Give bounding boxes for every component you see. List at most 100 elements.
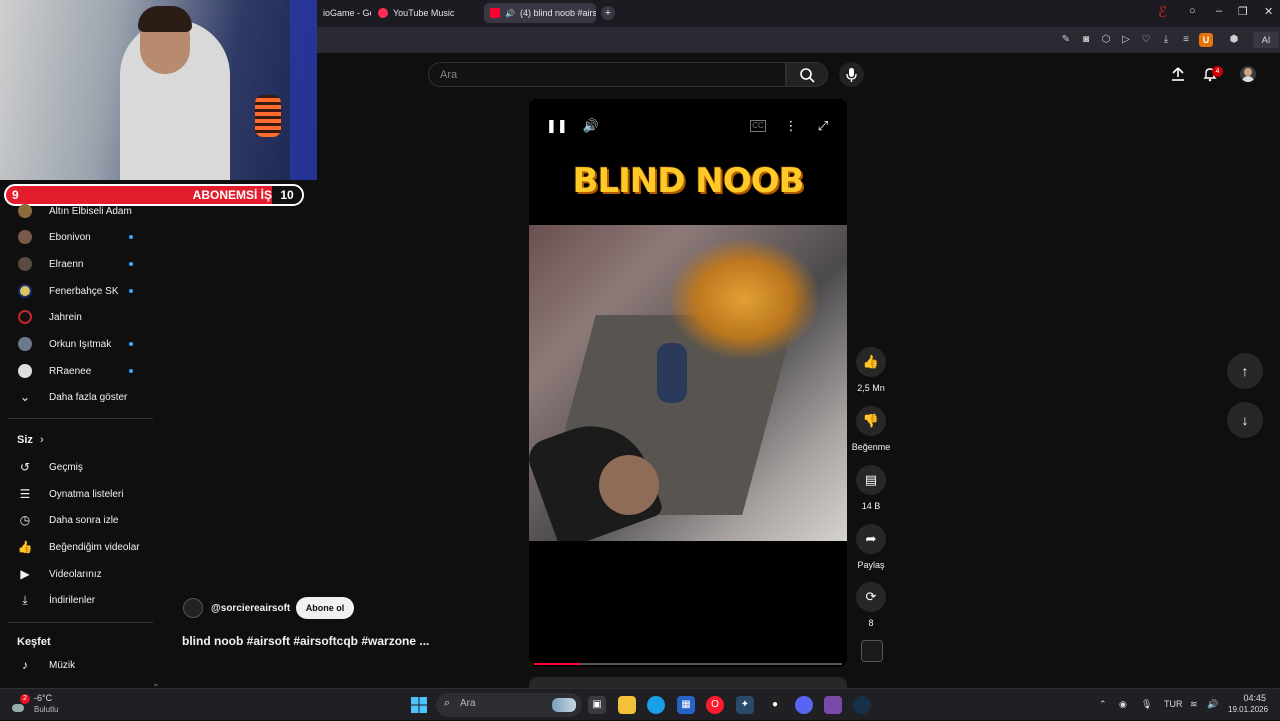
sidebar-item-label: İndirilenler <box>49 594 96 606</box>
heart-icon[interactable]: ♡ <box>1139 33 1153 47</box>
opera-gx-icon[interactable]: ℰ <box>1158 3 1167 21</box>
dislike-action[interactable]: 👎 Beğenme <box>851 406 891 452</box>
remix-count: 8 <box>868 618 874 628</box>
minimize-icon[interactable]: – <box>1216 5 1222 17</box>
sidebar-item-label: RRaenee <box>49 365 92 377</box>
obs-icon[interactable]: ● <box>766 696 784 714</box>
short-title[interactable]: blind noob #airsoft #airsoftcqb #warzone… <box>182 634 429 648</box>
fullscreen-icon[interactable]: ⤢ <box>814 117 832 135</box>
tab-blind-noob[interactable]: 🔊 (4) blind noob #airsoft <box>484 3 596 23</box>
sidebar-sub-elraenn[interactable]: Elraenn <box>0 251 155 277</box>
language-indicator[interactable]: TUR <box>1164 699 1183 709</box>
network-icon[interactable]: ◉ <box>1119 699 1127 710</box>
sidebar-item-music[interactable]: ♪ Müzik <box>0 652 155 678</box>
previous-short-button[interactable]: ↑ <box>1227 353 1263 389</box>
search-highlight-image <box>552 698 576 712</box>
sidebar-item-your-videos[interactable]: ▶ Videolarınız <box>0 561 155 587</box>
ai-button[interactable]: AI <box>1253 32 1279 48</box>
task-view-icon[interactable]: ▣ <box>588 696 606 714</box>
search-icon <box>800 68 815 83</box>
send-icon[interactable]: ▷ <box>1119 33 1133 47</box>
download-icon[interactable]: ⤓ <box>1159 33 1173 47</box>
shield-icon[interactable]: ⬡ <box>1099 33 1113 47</box>
clock-time[interactable]: 04:45 <box>1230 693 1266 703</box>
menu-icon[interactable]: ≡ <box>1179 33 1193 47</box>
sidebar-sub-fenerbahce[interactable]: Fenerbahçe SK <box>0 278 155 304</box>
sidebar-sub-altin-elbiseli-adam[interactable]: Altın Elbiseli Adam <box>0 198 155 224</box>
wifi-icon[interactable]: ≋ <box>1190 699 1198 710</box>
sidebar-explore-heading: Keşfet <box>17 636 51 648</box>
avatar <box>18 284 32 298</box>
store-icon[interactable]: ▦ <box>677 696 695 714</box>
more-options-icon[interactable]: ⋮ <box>782 117 800 135</box>
edge-icon[interactable] <box>647 696 665 714</box>
thumbs-down-icon: 👎 <box>856 406 886 436</box>
camera-icon[interactable]: ◙ <box>1079 33 1093 47</box>
twitch-icon[interactable] <box>824 696 842 714</box>
account-avatar[interactable] <box>1240 66 1256 82</box>
sidebar-item-liked-videos[interactable]: 👍 Beğendiğim videolar <box>0 534 155 560</box>
microphone-icon <box>846 68 857 82</box>
discord-icon[interactable] <box>795 696 813 714</box>
app-icon[interactable]: ✦ <box>736 696 754 714</box>
weather-widget[interactable]: 2 <box>12 694 36 714</box>
progress-fill <box>534 663 581 665</box>
sidebar-item-label: Geçmiş <box>49 461 83 473</box>
sidebar-item-label: Jahrein <box>49 311 82 323</box>
microphone-icon[interactable]: 🎙 <box>1141 699 1152 710</box>
sidebar-item-label: Daha fazla göster <box>49 391 128 403</box>
taskbar-search[interactable]: ⌕ Ara <box>436 693 582 717</box>
sidebar-item-watch-later[interactable]: ◷ Daha sonra izle <box>0 507 155 533</box>
edit-icon[interactable]: ✎ <box>1059 33 1073 47</box>
sidebar-item-history[interactable]: ↺ Geçmiş <box>0 454 155 480</box>
search-tabs-icon[interactable]: ○ <box>1189 5 1196 17</box>
tab-iogame[interactable]: ioGame - Gele <box>317 3 371 23</box>
extension-u-button[interactable]: U <box>1199 33 1213 47</box>
start-button[interactable] <box>410 696 428 714</box>
pause-icon[interactable]: ❚❚ <box>546 117 568 135</box>
windows-icon <box>411 697 427 713</box>
youtube-music-icon <box>378 8 388 18</box>
search-input[interactable]: Ara <box>428 62 786 87</box>
sidebar-sub-orkun-isitmak[interactable]: Orkun Işıtmak <box>0 331 155 357</box>
like-count: 2,5 Mn <box>857 383 885 393</box>
volume-icon[interactable]: 🔊 <box>1207 699 1218 710</box>
remix-action[interactable]: ⟳ 8 <box>851 582 891 628</box>
restore-icon[interactable]: ❐ <box>1238 5 1248 18</box>
upload-icon[interactable] <box>1170 66 1186 82</box>
clock-date[interactable]: 19.01.2026 <box>1228 705 1268 714</box>
shorts-player[interactable]: ❚❚ 🔊 CC ⋮ ⤢ BLIND NOOB <box>529 99 847 667</box>
sidebar-sub-jahrein[interactable]: Jahrein <box>0 304 155 330</box>
steam-icon[interactable] <box>853 696 871 714</box>
subscribe-button[interactable]: Abone ol <box>296 597 354 619</box>
like-action[interactable]: 👍 2,5 Mn <box>851 347 891 393</box>
sidebar-you-heading[interactable]: Siz › <box>17 434 44 446</box>
cube-icon[interactable]: ⬢ <box>1227 33 1241 47</box>
sidebar-item-playlists[interactable]: ☰ Oynatma listeleri <box>0 481 155 507</box>
sidebar-item-label: Altın Elbiseli Adam <box>49 205 132 217</box>
channel-avatar[interactable] <box>183 598 203 618</box>
volume-icon[interactable]: 🔊 <box>582 117 600 135</box>
file-explorer-icon[interactable] <box>618 696 636 714</box>
new-content-dot <box>129 262 133 266</box>
sound-thumbnail[interactable] <box>861 640 883 662</box>
search-button[interactable] <box>786 62 828 87</box>
captions-icon[interactable]: CC <box>750 120 766 132</box>
sidebar-sub-rraenee[interactable]: RRaenee <box>0 358 155 384</box>
sidebar-sub-ebonivon[interactable]: Ebonivon <box>0 224 155 250</box>
sidebar-item-downloads[interactable]: ⤓ İndirilenler <box>0 587 155 613</box>
progress-bar[interactable] <box>534 663 842 665</box>
comment-action[interactable]: ▤ 14 B <box>851 465 891 511</box>
voice-search-button[interactable] <box>839 62 864 87</box>
next-short-button[interactable]: ↓ <box>1227 402 1263 438</box>
share-action[interactable]: ➦ Paylaş <box>851 524 891 570</box>
sidebar-show-more[interactable]: ⌄ Daha fazla göster <box>0 384 155 410</box>
opera-icon[interactable]: O <box>706 696 724 714</box>
close-icon[interactable]: ✕ <box>1264 5 1273 18</box>
channel-name[interactable]: @sorciereairsoft <box>211 603 290 614</box>
sidebar-item-label: Elraenn <box>49 258 84 270</box>
new-tab-button[interactable]: + <box>601 6 615 20</box>
sidebar-item-label: Oynatma listeleri <box>49 488 124 500</box>
tray-overflow-icon[interactable]: ⌃ <box>1099 699 1107 710</box>
tab-youtube-music[interactable]: YouTube Music <box>372 3 480 23</box>
